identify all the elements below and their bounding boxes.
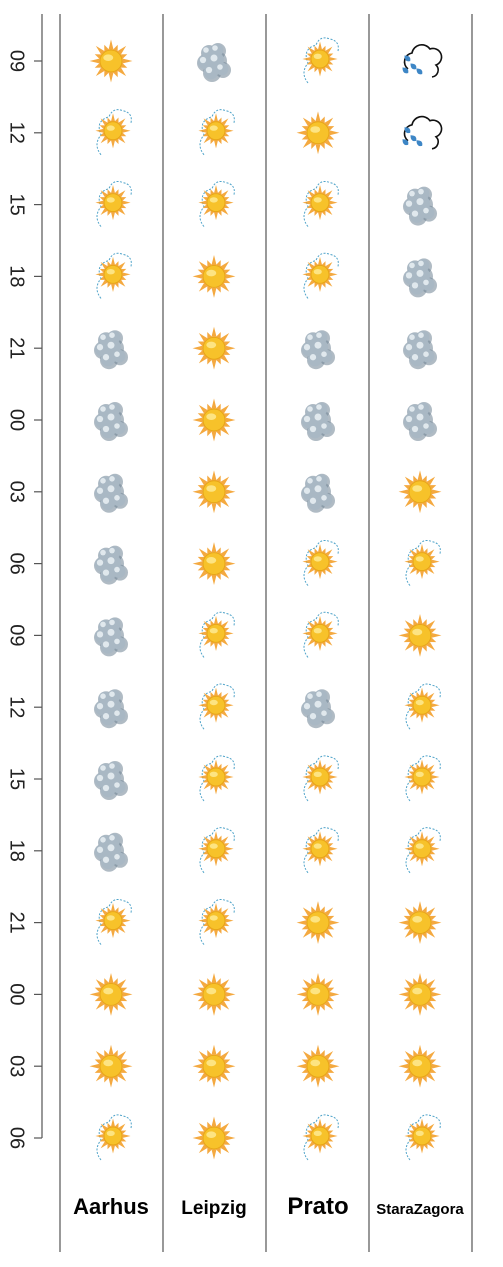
hour-tick-label: 06 bbox=[6, 1127, 28, 1149]
cloudy-icon bbox=[301, 689, 335, 729]
sunny-icon bbox=[192, 1116, 236, 1160]
hour-tick-label: 06 bbox=[6, 552, 28, 574]
cloudy-icon bbox=[301, 402, 335, 441]
partly-sunny-icon bbox=[302, 180, 339, 227]
hour-tick-label: 12 bbox=[6, 696, 28, 718]
partly-sunny-icon bbox=[198, 611, 235, 658]
sunny-icon bbox=[192, 254, 236, 298]
hour-labels: 09 12 15 18 21 00 03 06 09 12 15 18 21 00 03 06 bbox=[6, 50, 28, 1149]
hour-tick-label: 21 bbox=[6, 337, 28, 359]
partly-sunny-icon bbox=[198, 683, 235, 730]
sunny-icon bbox=[296, 111, 340, 155]
hour-tick-label: 09 bbox=[6, 624, 28, 646]
sunny-icon bbox=[398, 901, 442, 945]
cloudy-icon bbox=[403, 402, 437, 441]
cloudy-icon bbox=[94, 402, 128, 441]
sunny-icon bbox=[398, 613, 442, 657]
partly-sunny-icon bbox=[95, 109, 132, 156]
partly-sunny-icon bbox=[302, 1114, 339, 1161]
city-label: Prato bbox=[287, 1193, 348, 1220]
sunny-icon bbox=[398, 1044, 442, 1088]
sunny-icon bbox=[192, 398, 236, 442]
cloudy-icon bbox=[197, 43, 231, 82]
partly-sunny-icon bbox=[302, 611, 339, 658]
partly-sunny-icon bbox=[404, 755, 441, 802]
partly-sunny-icon bbox=[198, 755, 235, 802]
cloudy-icon bbox=[403, 330, 437, 370]
sunny-icon bbox=[192, 470, 236, 514]
partly-sunny-icon bbox=[95, 898, 132, 945]
partly-sunny-icon bbox=[404, 827, 441, 874]
partly-sunny-icon bbox=[302, 37, 339, 84]
partly-sunny-icon bbox=[198, 180, 235, 227]
hour-tick-label: 18 bbox=[6, 840, 28, 862]
cloudy-icon bbox=[94, 473, 128, 513]
cloudy-icon bbox=[94, 330, 128, 370]
sunny-icon bbox=[192, 1044, 236, 1088]
sunny-icon bbox=[192, 326, 236, 370]
cloudy-icon bbox=[301, 330, 335, 370]
hour-tick-label: 09 bbox=[6, 50, 28, 72]
cloudy-icon bbox=[403, 258, 437, 298]
hour-tick-label: 00 bbox=[6, 983, 28, 1005]
cloudy-icon bbox=[94, 761, 128, 800]
hour-tick-label: 21 bbox=[6, 911, 28, 933]
city-labels: Aarhus Leipzig Prato StaraZagora bbox=[73, 1193, 464, 1220]
partly-sunny-icon bbox=[404, 1114, 441, 1161]
partly-sunny-icon bbox=[302, 827, 339, 874]
sunny-icon bbox=[296, 972, 340, 1016]
cloudy-icon bbox=[94, 689, 128, 729]
cloudy-icon bbox=[94, 832, 128, 872]
hour-tick-label: 18 bbox=[6, 265, 28, 287]
cloudy-icon bbox=[94, 545, 128, 585]
partly-sunny-icon bbox=[404, 683, 441, 730]
weather-chart: 09 12 15 18 21 00 03 06 09 12 15 18 21 00 03 06 Aarhus L… bbox=[6, 14, 473, 1252]
partly-sunny-icon bbox=[302, 539, 339, 586]
partly-sunny-icon bbox=[404, 539, 441, 586]
city-label: StaraZagora bbox=[376, 1201, 464, 1218]
hour-tick-label: 12 bbox=[6, 122, 28, 144]
partly-sunny-icon bbox=[198, 109, 235, 156]
partly-sunny-icon bbox=[95, 180, 132, 227]
sunny-icon bbox=[192, 972, 236, 1016]
rain-icon bbox=[402, 44, 443, 78]
rain-icon bbox=[402, 115, 443, 150]
cloudy-icon bbox=[94, 617, 128, 657]
sunny-icon bbox=[398, 470, 442, 514]
sunny-icon bbox=[192, 542, 236, 586]
sunny-icon bbox=[398, 972, 442, 1016]
partly-sunny-icon bbox=[198, 827, 235, 874]
partly-sunny-icon bbox=[95, 252, 132, 299]
sunny-icon bbox=[89, 39, 133, 83]
sunny-icon bbox=[296, 1044, 340, 1088]
city-label: Aarhus bbox=[73, 1194, 149, 1219]
sunny-icon bbox=[296, 901, 340, 945]
partly-sunny-icon bbox=[95, 1114, 132, 1161]
city-label: Leipzig bbox=[181, 1198, 246, 1219]
sunny-icon bbox=[89, 972, 133, 1016]
hour-tick-label: 03 bbox=[6, 1055, 28, 1077]
cloudy-icon bbox=[403, 186, 437, 226]
hour-tick-label: 00 bbox=[6, 409, 28, 431]
hour-tick-label: 15 bbox=[6, 193, 28, 215]
partly-sunny-icon bbox=[302, 252, 339, 299]
cloudy-icon bbox=[301, 473, 335, 513]
partly-sunny-icon bbox=[302, 755, 339, 802]
hour-tick-label: 03 bbox=[6, 481, 28, 503]
hour-tick-label: 15 bbox=[6, 768, 28, 790]
sunny-icon bbox=[89, 1044, 133, 1088]
partly-sunny-icon bbox=[198, 898, 235, 945]
